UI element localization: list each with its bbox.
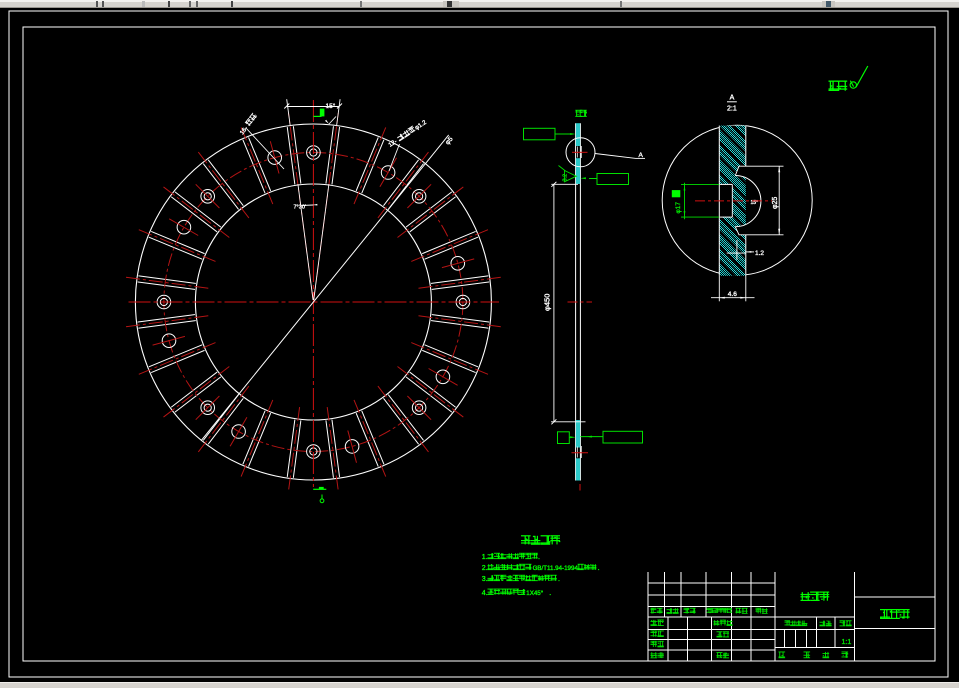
svg-text:1:1: 1:1 — [842, 639, 852, 646]
svg-text:1.: 1. — [482, 554, 488, 561]
svg-text:GB/T11.94-1994: GB/T11.94-1994 — [533, 565, 579, 572]
svg-text:.: . — [598, 565, 600, 572]
svg-text:1.2: 1.2 — [755, 250, 764, 257]
svg-text:φ25: φ25 — [772, 197, 779, 209]
svg-text:15°: 15° — [326, 102, 336, 110]
svg-text:A: A — [730, 95, 735, 102]
svg-text:4.: 4. — [482, 590, 488, 597]
svg-text:1X45°: 1X45° — [526, 590, 543, 597]
svg-text:.: . — [549, 590, 551, 597]
svg-text:A: A — [639, 152, 644, 159]
svg-text:4.6: 4.6 — [728, 291, 737, 298]
svg-text:3.: 3. — [482, 576, 488, 583]
svg-text:φ450: φ450 — [543, 294, 552, 311]
svg-text:.: . — [538, 554, 540, 561]
svg-text:2:1: 2:1 — [727, 106, 737, 113]
svg-text:7°30': 7°30' — [294, 205, 306, 211]
svg-text:.: . — [558, 576, 560, 583]
svg-text:3.2: 3.2 — [563, 174, 569, 182]
svg-text:2.: 2. — [482, 565, 488, 572]
svg-text:φ17: φ17 — [675, 202, 682, 214]
